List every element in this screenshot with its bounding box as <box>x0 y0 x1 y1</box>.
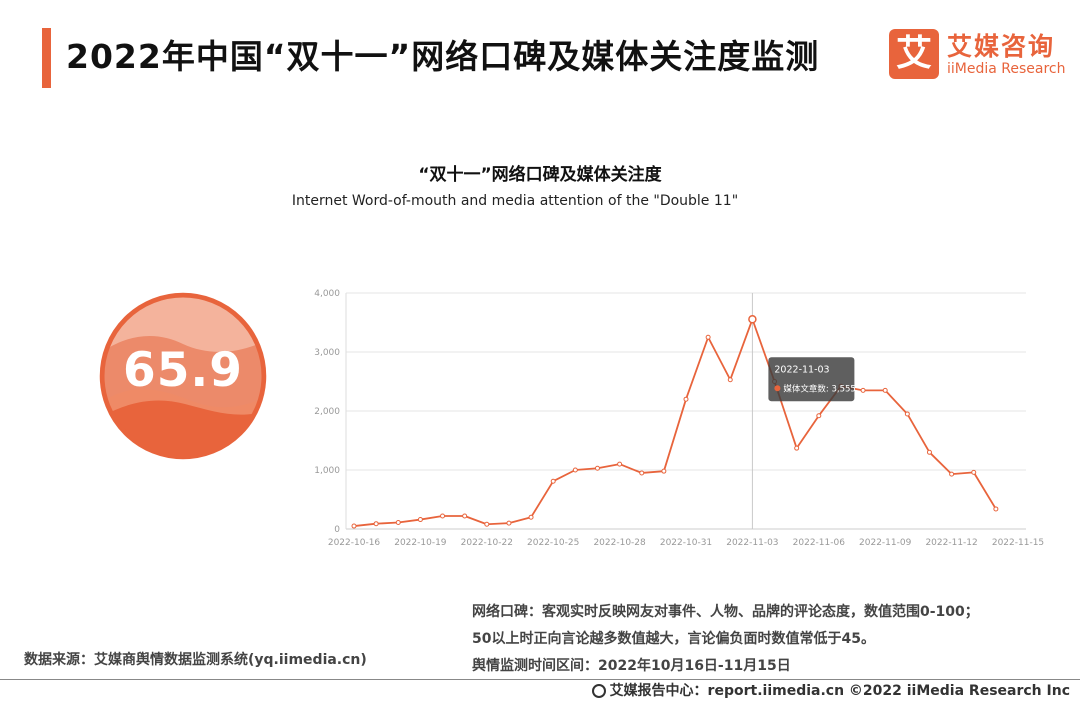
data-point <box>816 413 822 419</box>
data-point <box>395 520 401 526</box>
note-line-2: 50以上时正向言论越多数值越大，言论偏负面时数值常低于45。 <box>472 631 875 647</box>
data-point <box>949 471 955 477</box>
data-point <box>661 468 667 474</box>
data-point <box>748 315 757 324</box>
x-tick-label: 2022-10-19 <box>394 538 447 548</box>
data-point <box>550 478 556 484</box>
footer-text: 艾媒报告中心：report.iimedia.cn ©2022 iiMedia R… <box>609 683 1070 699</box>
data-point <box>351 523 357 529</box>
globe-icon <box>591 684 606 698</box>
data-point <box>705 334 711 340</box>
series-line <box>353 318 997 527</box>
data-point <box>594 465 600 471</box>
data-point <box>462 513 468 519</box>
footer: 艾媒报告中心：report.iimedia.cn ©2022 iiMedia R… <box>591 680 1070 700</box>
x-tick-label: 2022-11-06 <box>793 538 846 548</box>
note-line-3: 舆情监测时间区间：2022年10月16日-11月15日 <box>472 658 791 674</box>
note-line-1: 网络口碑：客观实时反映网友对事件、人物、品牌的评论态度，数值范围0-100； <box>472 604 979 620</box>
gauge-value: 65.9 <box>123 343 243 398</box>
x-tick-label: 2022-10-28 <box>593 538 646 548</box>
y-tick-label: 2,000 <box>314 407 340 417</box>
data-point <box>727 377 733 383</box>
data-point <box>506 520 512 526</box>
page-title: 2022年中国“双十一”网络口碑及媒体关注度监测 <box>66 37 820 76</box>
x-tick-label: 2022-10-22 <box>461 538 513 548</box>
x-tick-label: 2022-10-16 <box>328 538 381 548</box>
x-tick-label: 2022-11-12 <box>925 538 977 548</box>
data-point <box>926 449 932 455</box>
tooltip-value: 媒体文章数: 3,555 <box>783 383 855 394</box>
y-tick-label: 3,000 <box>314 348 340 358</box>
title-accent-bar <box>42 28 51 88</box>
data-point <box>617 461 623 467</box>
data-point <box>794 445 800 451</box>
y-tick-label: 1,000 <box>314 466 340 476</box>
tooltip-marker <box>774 385 781 392</box>
data-point <box>528 514 534 520</box>
y-tick-label: 0 <box>334 525 340 535</box>
tooltip-date: 2022-11-03 <box>774 364 829 375</box>
data-point <box>882 387 888 393</box>
data-source: 数据来源：艾媒商舆情数据监测系统(yq.iimedia.cn) <box>24 652 367 668</box>
data-point <box>639 470 645 476</box>
data-point <box>440 513 446 519</box>
data-point <box>484 521 490 527</box>
chart-subtitle: Internet Word-of-mouth and media attenti… <box>291 193 739 209</box>
x-tick-label: 2022-10-31 <box>660 538 712 548</box>
x-tick-label: 2022-11-03 <box>726 538 778 548</box>
chart-title: “双十一”网络口碑及媒体关注度 <box>418 165 662 185</box>
data-point <box>993 506 999 512</box>
data-point <box>572 467 578 473</box>
line-chart: 0 1,000 2,000 3,000 4,000 2022-10-16 2022-10-1… <box>314 289 1044 548</box>
y-tick-label: 4,000 <box>314 289 340 299</box>
data-point <box>373 521 379 527</box>
x-tick-label: 2022-11-15 <box>992 538 1044 548</box>
x-tick-label: 2022-10-25 <box>527 538 579 548</box>
data-point <box>417 517 423 523</box>
data-point <box>683 396 689 402</box>
logo-english-name: iiMedia Research <box>947 61 1066 77</box>
logo-mark: 艾 <box>889 29 939 79</box>
data-point <box>971 469 977 475</box>
data-point <box>904 411 910 417</box>
word-of-mouth-gauge: 65.9 <box>99 292 267 460</box>
data-point <box>860 387 866 393</box>
logo-chinese-name: 艾媒咨询 <box>947 32 1056 61</box>
brand-logo: 艾 艾媒咨询 iiMedia Research <box>889 27 1069 83</box>
x-tick-label: 2022-11-09 <box>859 538 912 548</box>
